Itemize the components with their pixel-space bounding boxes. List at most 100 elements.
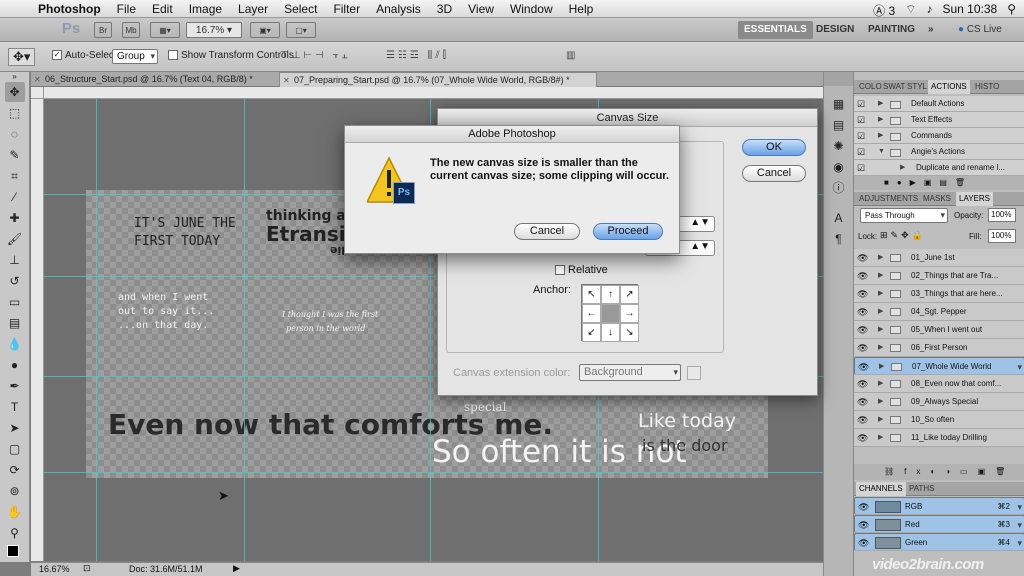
- menu-file[interactable]: File: [109, 2, 144, 16]
- expand-icon[interactable]: ▶: [878, 285, 883, 303]
- menu-analysis[interactable]: Analysis: [368, 2, 429, 16]
- 3d-orbit-tool-icon[interactable]: ⊚: [5, 481, 25, 501]
- layer-row[interactable]: 👁 ▶ 08_Even now that comf...: [854, 375, 1024, 393]
- layer-row[interactable]: 👁 ▶ 06_First Person: [854, 339, 1024, 357]
- status-menu-arrow-icon[interactable]: ▶: [233, 563, 240, 574]
- tab-07-preparing[interactable]: ✕ 07_Preparing_Start.psd @ 16.7% (07_Whol…: [279, 72, 597, 87]
- workspace-essentials[interactable]: ESSENTIALS: [738, 21, 813, 39]
- character-panel-icon[interactable]: A: [829, 208, 849, 228]
- menu-help[interactable]: Help: [561, 2, 602, 16]
- expand-icon[interactable]: ▶: [878, 339, 883, 357]
- visibility-eye-icon[interactable]: 👁: [857, 321, 868, 339]
- vertical-ruler[interactable]: [31, 99, 44, 561]
- path-select-tool-icon[interactable]: ➤: [5, 418, 25, 438]
- tools-collapse-icon[interactable]: »: [5, 73, 25, 81]
- layer-row[interactable]: 👁 ▶ 09_Always Special: [854, 393, 1024, 411]
- spotlight-icon[interactable]: ⚲: [1007, 2, 1016, 19]
- align-buttons[interactable]: ⊤⊥⊢⊣ ⫟⫠: [280, 50, 351, 61]
- guide-horizontal[interactable]: [44, 472, 823, 473]
- tab-layers[interactable]: LAYERS: [956, 192, 993, 206]
- gradient-tool-icon[interactable]: ▤: [5, 313, 25, 333]
- expand-icon[interactable]: ▶: [878, 96, 883, 112]
- anchor-grid[interactable]: ↖ ↑ ↗ ← → ↙ ↓ ↘: [581, 284, 639, 342]
- action-toggle-icon[interactable]: ☑: [857, 128, 865, 144]
- move-tool-icon[interactable]: ✥: [4, 82, 25, 102]
- wifi-icon[interactable]: ⌔: [905, 2, 916, 19]
- visibility-eye-icon[interactable]: 👁: [857, 267, 868, 285]
- marquee-tool-icon[interactable]: ⬚: [5, 103, 25, 123]
- info-panel-icon[interactable]: ⓘ: [829, 178, 849, 198]
- proceed-button[interactable]: Proceed: [593, 223, 663, 240]
- canvas-extension-color-select[interactable]: Background: [579, 364, 681, 381]
- menu-image[interactable]: Image: [181, 2, 230, 16]
- visibility-eye-icon[interactable]: 👁: [857, 339, 868, 357]
- lasso-tool-icon[interactable]: ◌: [5, 124, 25, 144]
- action-toggle-icon[interactable]: ☑: [857, 144, 865, 160]
- screen-mode-button[interactable]: ▢▾: [286, 22, 316, 38]
- clock[interactable]: Sun 10:38: [942, 2, 997, 19]
- expand-icon[interactable]: ▶: [878, 321, 883, 339]
- cancel-button[interactable]: Cancel: [514, 223, 580, 240]
- lock-buttons[interactable]: ⊞✎✥🔒: [880, 230, 926, 241]
- expand-icon[interactable]: ▶: [878, 429, 883, 447]
- history-panel-icon[interactable]: ▤: [829, 115, 849, 135]
- tab-channels[interactable]: CHANNELS: [856, 482, 906, 496]
- expand-icon[interactable]: ▶: [878, 393, 883, 411]
- expand-icon[interactable]: ▶: [878, 303, 883, 321]
- workspace-design[interactable]: DESIGN: [810, 21, 860, 39]
- quick-select-tool-icon[interactable]: ✎: [5, 145, 25, 165]
- auto-align-layers-icon[interactable]: ▥: [566, 50, 575, 61]
- channel-row-green[interactable]: 👁 Green ⌘4: [854, 533, 1024, 552]
- action-set-row[interactable]: ☑ ▶ Default Actions: [854, 96, 1024, 112]
- anchor-e-icon[interactable]: →: [620, 304, 639, 323]
- guide-vertical[interactable]: [96, 99, 97, 561]
- tab-adjustments[interactable]: ADJUSTMENTS: [856, 192, 921, 206]
- channel-row-red[interactable]: 👁 Red ⌘3: [854, 515, 1024, 534]
- status-options-icon[interactable]: ⊡: [83, 563, 91, 574]
- zoom-level-select[interactable]: 16.7% ▾: [186, 22, 242, 38]
- extension-color-swatch[interactable]: [687, 366, 701, 380]
- action-set-row[interactable]: ☑ ▼ Angie's Actions: [854, 144, 1024, 160]
- menu-select[interactable]: Select: [276, 2, 325, 16]
- layer-row[interactable]: 👁 ▶ 03_Things that are here...: [854, 285, 1024, 303]
- layer-row[interactable]: 👁 ▶ 02_Things that are Tra...: [854, 267, 1024, 285]
- auto-select-checkbox[interactable]: ✓ Auto-Select:: [52, 50, 119, 61]
- expand-icon[interactable]: ▶: [878, 249, 883, 267]
- crop-tool-icon[interactable]: ⌗: [5, 166, 25, 186]
- hand-tool-icon[interactable]: ✋: [5, 502, 25, 522]
- visibility-eye-icon[interactable]: 👁: [857, 285, 868, 303]
- clone-source-panel-icon[interactable]: ◉: [829, 157, 849, 177]
- anchor-sw-icon[interactable]: ↙: [582, 323, 601, 342]
- tab-styles[interactable]: STYL: [904, 80, 930, 94]
- visibility-eye-icon[interactable]: 👁: [858, 358, 869, 376]
- anchor-w-icon[interactable]: ←: [582, 304, 601, 323]
- workspace-painting[interactable]: PAINTING: [862, 21, 921, 39]
- clone-stamp-tool-icon[interactable]: ⊥: [5, 250, 25, 270]
- visibility-eye-icon[interactable]: 👁: [858, 516, 869, 534]
- type-tool-icon[interactable]: T: [5, 397, 25, 417]
- brushes-panel-icon[interactable]: ✺: [829, 136, 849, 156]
- relative-checkbox[interactable]: Relative: [555, 264, 608, 276]
- layer-row[interactable]: 👁 ▶ 10_So often: [854, 411, 1024, 429]
- opacity-field[interactable]: 100%: [988, 208, 1016, 222]
- expand-icon[interactable]: ▶: [878, 411, 883, 429]
- layer-row[interactable]: 👁 ▶ 05_When I went out: [854, 321, 1024, 339]
- layer-row[interactable]: 👁 ▶ 04_Sgt. Pepper: [854, 303, 1024, 321]
- layer-row-selected[interactable]: 👁 ▶ 07_Whole Wide World: [854, 357, 1024, 376]
- view-extras-button[interactable]: ▦▾: [150, 22, 180, 38]
- arrange-documents-button[interactable]: ▣▾: [250, 22, 280, 38]
- visibility-eye-icon[interactable]: 👁: [857, 249, 868, 267]
- layer-row[interactable]: 👁 ▶ 01_June 1st: [854, 249, 1024, 267]
- close-tab-icon[interactable]: ✕: [283, 73, 290, 88]
- volume-icon[interactable]: ♪: [926, 2, 932, 19]
- auto-select-target-select[interactable]: Group: [112, 49, 158, 64]
- pen-tool-icon[interactable]: ✒: [5, 376, 25, 396]
- visibility-eye-icon[interactable]: 👁: [857, 429, 868, 447]
- channel-row-rgb[interactable]: 👁 RGB ⌘2: [854, 497, 1024, 516]
- show-transform-controls-checkbox[interactable]: Show Transform Controls: [168, 50, 294, 61]
- eyedropper-tool-icon[interactable]: ⁄: [5, 187, 25, 207]
- history-brush-tool-icon[interactable]: ↺: [5, 271, 25, 291]
- distribute-buttons[interactable]: ☰☷☲ ⫼⫽⫿: [386, 50, 449, 61]
- expand-icon[interactable]: ▶: [900, 160, 905, 176]
- 3d-rotate-tool-icon[interactable]: ⟳: [5, 460, 25, 480]
